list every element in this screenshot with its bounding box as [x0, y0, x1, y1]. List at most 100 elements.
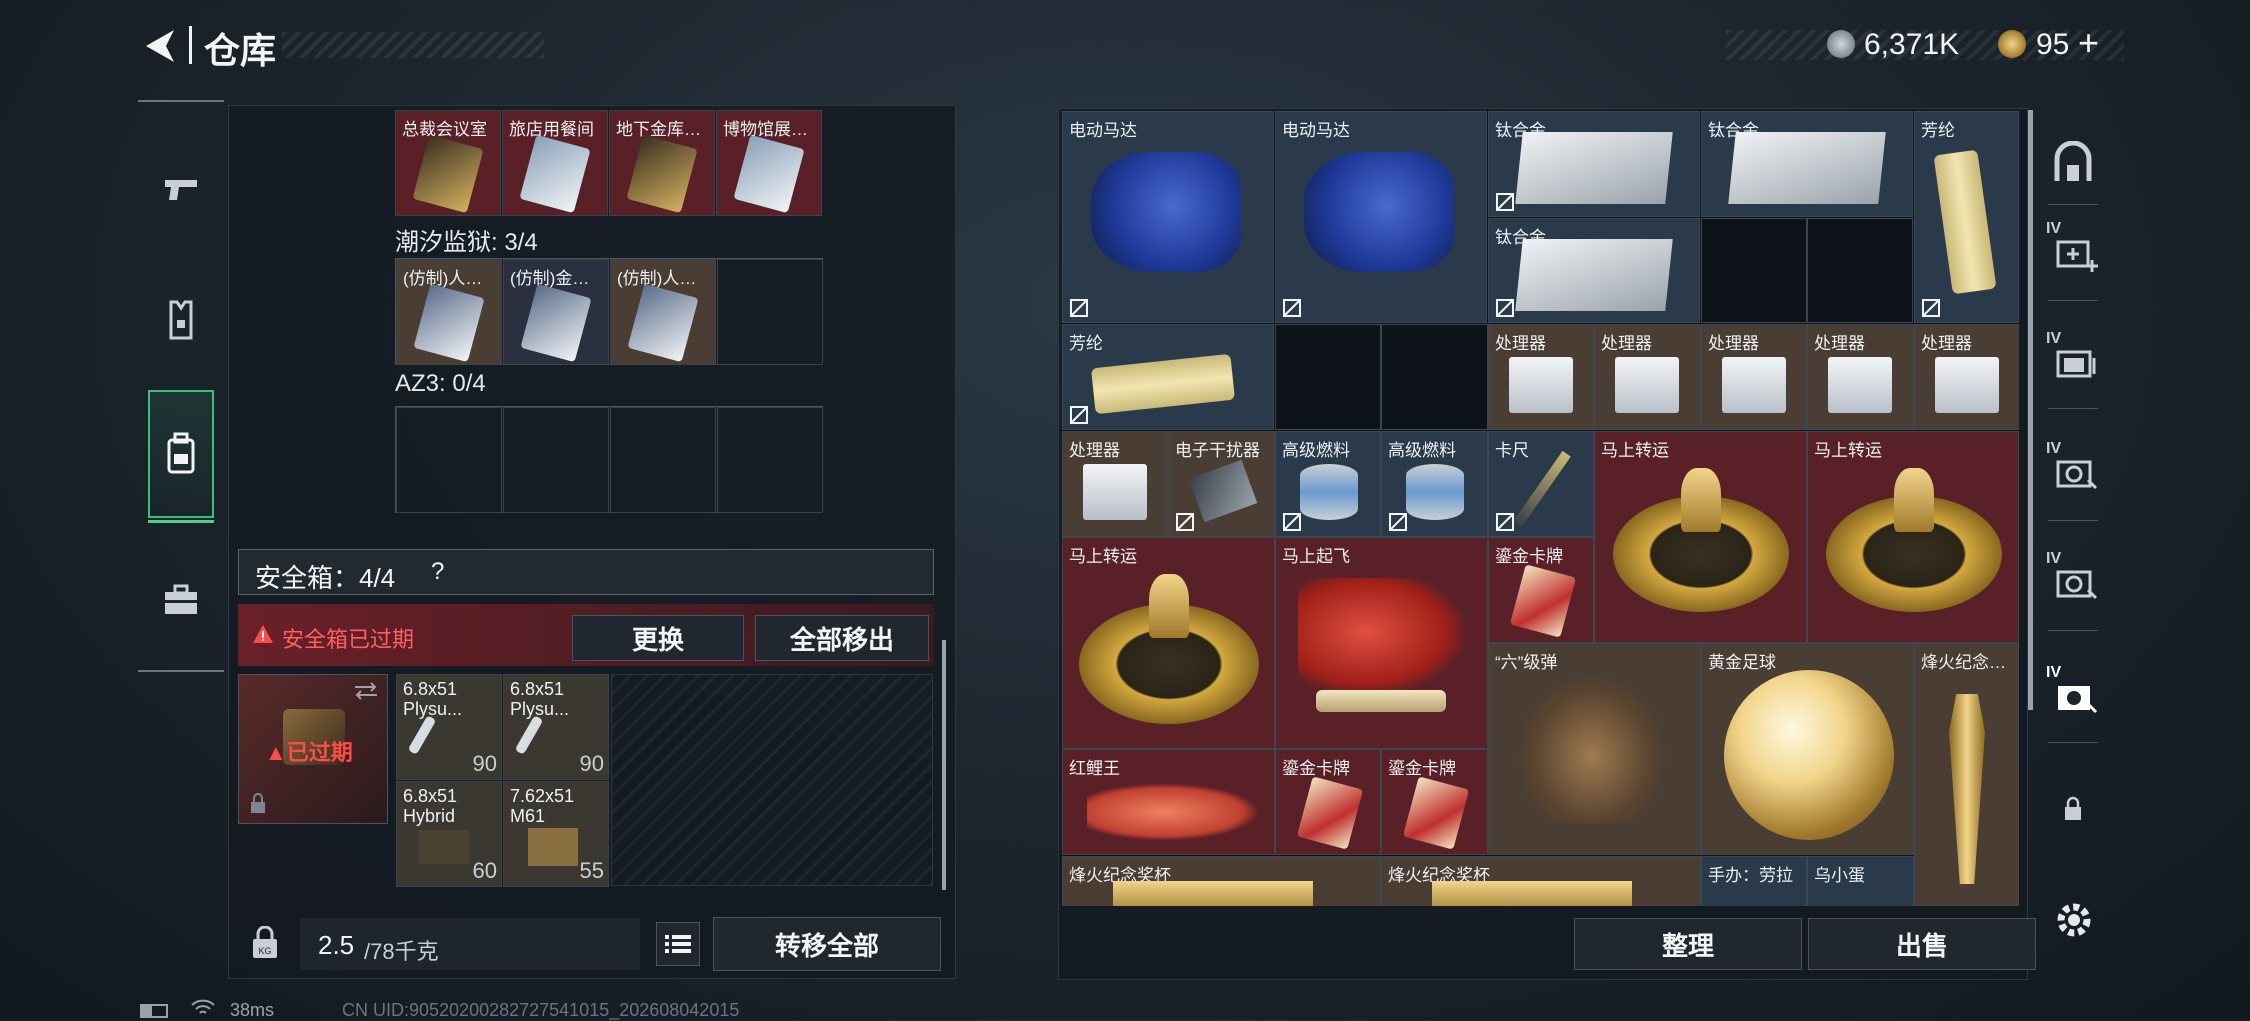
key-card-item[interactable]: 旅店用餐间	[502, 110, 608, 216]
right-rail: IV IV IV IV IV	[2038, 110, 2108, 910]
stash-item[interactable]: “六”级弹	[1488, 643, 1701, 855]
stash-item[interactable]: 卡尺	[1488, 431, 1594, 537]
safe-box-help-button[interactable]: ?	[431, 558, 444, 586]
stash-item[interactable]: 乌小蛋	[1807, 856, 1914, 906]
empty-slot[interactable]	[1701, 218, 1807, 323]
stash-item[interactable]: 处理器	[1062, 431, 1168, 537]
stash-item[interactable]: 处理器	[1594, 324, 1701, 430]
stash-scrollbar[interactable]	[2028, 110, 2033, 710]
ammo-count: 55	[579, 858, 604, 883]
settings-button[interactable]	[2052, 898, 2096, 942]
stash-item[interactable]: 电子干扰器	[1168, 431, 1275, 537]
stash-item[interactable]: 手办：劳拉	[1701, 856, 1807, 906]
ammo-item[interactable]: 6.8x51 Plysu... 90	[396, 674, 502, 780]
armor-tab[interactable]	[138, 270, 224, 370]
swap-icon[interactable]	[353, 681, 379, 701]
key-card-item[interactable]: 总裁会议室	[395, 110, 501, 216]
stash-item[interactable]: 钛合金	[1488, 111, 1700, 217]
expansion-tab[interactable]: IV	[2044, 220, 2104, 280]
backpack-tab[interactable]	[148, 390, 214, 518]
stash-item[interactable]: 烽火纪念奖杯	[1062, 856, 1381, 906]
lock-icon	[2065, 796, 2081, 820]
empty-slot[interactable]	[610, 407, 716, 513]
stash-item[interactable]: 芳纶	[1914, 111, 2019, 323]
gold-horse-figure	[1681, 468, 1721, 532]
stash-item[interactable]: 电动马达	[1275, 111, 1487, 323]
empty-slot[interactable]	[1381, 324, 1488, 430]
svg-text:KG: KG	[258, 946, 271, 956]
az3-row	[395, 406, 823, 513]
stash-item[interactable]: 处理器	[1488, 324, 1594, 430]
stash-item[interactable]: 黄金足球	[1701, 643, 1914, 855]
stash-item[interactable]: 马上起飞	[1275, 537, 1488, 749]
expansion-tab[interactable]: IV	[2044, 664, 2104, 724]
back-button[interactable]	[138, 24, 182, 68]
empty-slot[interactable]	[503, 407, 609, 513]
backpack-icon	[167, 432, 195, 474]
stash-item[interactable]: 烽火纪念…	[1914, 643, 2019, 906]
no-trade-icon	[1389, 513, 1407, 531]
golden-football-image	[1724, 670, 1894, 840]
empty-slot[interactable]	[396, 407, 502, 513]
processor-image	[1615, 357, 1679, 413]
empty-slot[interactable]	[1807, 218, 1913, 323]
stash-item[interactable]: 钛合金	[1488, 218, 1700, 323]
stash-item[interactable]: 鎏金卡牌	[1381, 749, 1488, 855]
ammo-count: 90	[472, 751, 497, 776]
ammo-item[interactable]: 6.8x51 Plysu... 90	[503, 674, 609, 780]
key-card-item[interactable]: (仿制)人…	[610, 259, 716, 365]
safe-storage-tab[interactable]	[2048, 138, 2098, 188]
rail-divider	[2048, 408, 2098, 409]
list-view-button[interactable]	[656, 922, 700, 966]
stash-item[interactable]: 电动马达	[1062, 111, 1274, 323]
remove-all-button[interactable]: 全部移出	[755, 615, 929, 661]
processor-image	[1935, 357, 1999, 413]
empty-slot[interactable]	[1275, 324, 1381, 430]
sort-button[interactable]: 整理	[1574, 918, 1802, 970]
rail-divider	[2048, 520, 2098, 521]
stash-item[interactable]: 芳纶	[1062, 324, 1274, 430]
weight-lock-button[interactable]: KG	[240, 918, 290, 968]
no-trade-icon	[1283, 299, 1301, 317]
empty-slot[interactable]	[717, 259, 823, 365]
stash-item[interactable]: 马上转运	[1807, 431, 2019, 643]
briefcase-icon	[165, 584, 197, 614]
no-trade-icon	[1176, 513, 1194, 531]
weapon-tab[interactable]	[138, 140, 224, 240]
ammo-item[interactable]: 6.8x51 Hybrid 60	[396, 781, 502, 887]
key-card-item[interactable]: 博物馆展…	[716, 110, 822, 216]
key-card-item[interactable]: (仿制)人…	[396, 259, 502, 365]
expired-warning-text: 安全箱已过期	[282, 627, 415, 652]
left-scrollbar[interactable]	[942, 640, 946, 890]
stash-item[interactable]: 处理器	[1807, 324, 1914, 430]
weight-display: 2.5 /78千克	[300, 918, 640, 970]
folder-expansion-icon	[2056, 350, 2096, 378]
stash-item[interactable]: 处理器	[1914, 324, 2019, 430]
sell-button[interactable]: 出售	[1808, 918, 2036, 970]
empty-slot[interactable]	[717, 407, 823, 513]
stash-item[interactable]: 处理器	[1701, 324, 1807, 430]
stash-item[interactable]: 高级燃料	[1381, 431, 1488, 537]
caliper-image	[1513, 450, 1571, 528]
stash-item[interactable]: 鎏金卡牌	[1488, 537, 1594, 643]
case-tab[interactable]	[138, 550, 224, 650]
stash-item[interactable]: 高级燃料	[1275, 431, 1381, 537]
titanium-plate-image	[1515, 132, 1673, 204]
stash-item[interactable]: 马上转运	[1594, 431, 1807, 643]
battery-icon	[140, 1004, 168, 1018]
key-card-item[interactable]: (仿制)金…	[503, 259, 609, 365]
stash-item[interactable]: 马上转运	[1062, 537, 1275, 749]
replace-button[interactable]: 更换	[572, 615, 744, 661]
transfer-all-button[interactable]: 转移全部	[713, 917, 941, 971]
stash-item[interactable]: 红鲤王	[1062, 749, 1275, 855]
key-card-item[interactable]: 地下金库…	[609, 110, 715, 216]
stash-item[interactable]: 钛合金	[1701, 111, 1913, 217]
stash-item[interactable]: 烽火纪念奖杯	[1381, 856, 1701, 906]
safe-box-slot[interactable]: ▲已过期	[238, 674, 388, 824]
expansion-tab[interactable]: IV	[2044, 440, 2104, 500]
expansion-tab[interactable]: IV	[2044, 330, 2104, 390]
expansion-tab[interactable]: IV	[2044, 550, 2104, 610]
stash-item[interactable]: 鎏金卡牌	[1275, 749, 1381, 855]
ammo-item[interactable]: 7.62x51 M61 55	[503, 781, 609, 887]
premium-add-button[interactable]: +	[2078, 22, 2099, 64]
